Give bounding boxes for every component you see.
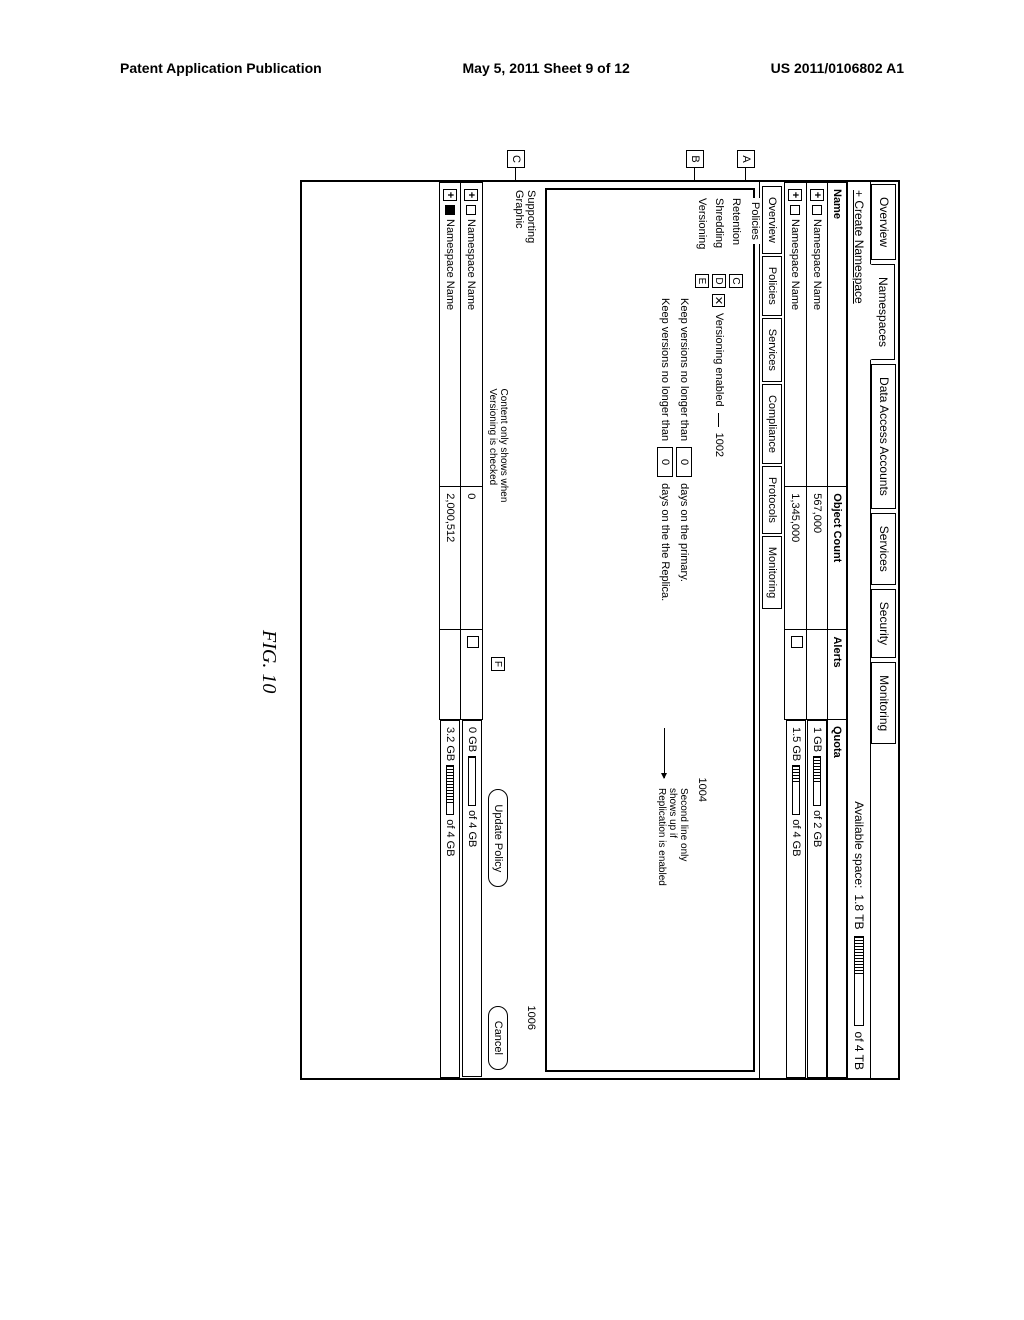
table-row[interactable]: +Namespace Name 1,345,000 1.5 GBof 4 GB [785, 183, 807, 1078]
header-center: May 5, 2011 Sheet 9 of 12 [463, 60, 630, 76]
subtab-services[interactable]: Services [762, 318, 782, 382]
supporting-box[interactable]: F [491, 657, 505, 671]
namespace-icon [812, 205, 822, 215]
retention-box[interactable]: C [729, 274, 743, 288]
tab-namespaces[interactable]: Namespaces [870, 264, 895, 360]
namespace-icon [466, 205, 476, 215]
keep-primary-input[interactable]: 0 [676, 447, 692, 477]
col-alerts: Alerts [828, 630, 847, 720]
keep-replica-input[interactable]: 0 [657, 447, 673, 477]
col-quota: Quota [828, 719, 847, 1077]
shredding-label: Shredding [713, 198, 725, 268]
update-policy-button[interactable]: Update Policy [488, 789, 508, 887]
cancel-button[interactable]: Cancel [488, 1006, 508, 1070]
col-count: Object Count [828, 487, 847, 630]
figure-wrapper: A B C 1000 FIG. 10 Overview Namespaces D… [60, 270, 960, 990]
content-note: Content only shows when Versioning is ch… [487, 388, 509, 538]
app-window: Overview Namespaces Data Access Accounts… [300, 180, 900, 1080]
avail-value: 1.8 TB [852, 894, 866, 929]
avail-bar [854, 936, 864, 1026]
retention-label: Retention [730, 198, 742, 268]
keep-primary-label: Keep versions no longer than [678, 298, 690, 441]
keep-replica-suffix: days on the the Replica. [659, 483, 671, 601]
avail-label: Available space: [852, 801, 866, 888]
header-left: Patent Application Publication [120, 60, 322, 76]
row-count: 567,000 [807, 487, 828, 630]
versioning-box[interactable]: E [695, 274, 709, 288]
versioning-checkbox[interactable] [713, 294, 726, 307]
callout-a: A [737, 150, 755, 168]
col-name: Name [828, 183, 847, 487]
figure-label: FIG. 10 [257, 630, 280, 693]
tab-data-access[interactable]: Data Access Accounts [871, 364, 896, 509]
shredding-box[interactable]: D [712, 274, 726, 288]
expand-icon[interactable]: + [789, 189, 803, 201]
namespace-table-bottom: +Namespace Name 0 0 GBof 4 GB +Namespace… [439, 182, 483, 1078]
policies-group: Policies Retention C Shredding D Version… [545, 188, 755, 1072]
tab-security[interactable]: Security [871, 589, 896, 658]
tab-services[interactable]: Services [871, 513, 896, 585]
callout-c: C [507, 150, 525, 168]
keep-primary-suffix: days on the primary. [678, 483, 690, 582]
alert-icon [467, 636, 479, 648]
table-row[interactable]: +Namespace Name 567,000 1 GBof 2 GB [807, 183, 828, 1078]
keep-replica-label: Keep versions no longer than [659, 298, 671, 441]
avail-of: of 4 TB [852, 1032, 866, 1070]
row-count: 1,345,000 [785, 487, 807, 630]
row-alerts [807, 630, 828, 720]
page-header: Patent Application Publication May 5, 20… [0, 60, 1024, 76]
ref-1004: 1004 [696, 778, 708, 802]
tab-monitoring[interactable]: Monitoring [871, 662, 896, 744]
alert-icon [791, 636, 803, 648]
top-tabs: Overview Namespaces Data Access Accounts… [870, 182, 898, 1078]
callout-b: B [686, 150, 704, 168]
expand-icon[interactable]: + [443, 189, 457, 201]
subtab-compliance[interactable]: Compliance [762, 384, 782, 464]
header-right: US 2011/0106802 A1 [771, 60, 904, 76]
sub-tabs: Overview Policies Services Compliance Pr… [759, 182, 784, 1078]
row-name: Namespace Name [790, 219, 802, 310]
subtab-monitoring[interactable]: Monitoring [762, 536, 782, 609]
ref-1002: 1002 [713, 433, 725, 457]
expand-icon[interactable]: + [810, 189, 824, 201]
table-row[interactable]: +Namespace Name 0 0 GBof 4 GB [461, 183, 483, 1078]
subtab-overview[interactable]: Overview [762, 186, 782, 254]
secondline-note: Second line only shows up if Replication… [656, 788, 689, 888]
namespace-icon [445, 205, 455, 215]
versioning-enabled-label: Versioning enabled [713, 313, 725, 407]
versioning-label: Versioning [696, 198, 708, 268]
ref-1006: 1006 [525, 1006, 537, 1030]
supporting-row: Supporting Graphic 1006 [509, 182, 541, 1078]
namespace-table: Name Object Count Alerts Quota + Namespac… [784, 182, 847, 1078]
supporting-label: Supporting Graphic [513, 190, 537, 270]
expand-icon[interactable]: + [465, 189, 479, 201]
namespace-icon [790, 205, 800, 215]
row-name: Namespace Name [811, 219, 823, 310]
subtab-protocols[interactable]: Protocols [762, 466, 782, 534]
toolbar: + Create Namespace Available space: 1.8 … [847, 182, 870, 1078]
tab-overview[interactable]: Overview [871, 184, 896, 260]
table-row[interactable]: +Namespace Name 2,000,512 3.2 GBof 4 GB [440, 183, 461, 1078]
create-namespace-button[interactable]: + Create Namespace [852, 190, 866, 304]
subtab-policies[interactable]: Policies [762, 256, 782, 316]
policies-legend: Policies [749, 198, 761, 244]
row-alerts [785, 630, 807, 720]
